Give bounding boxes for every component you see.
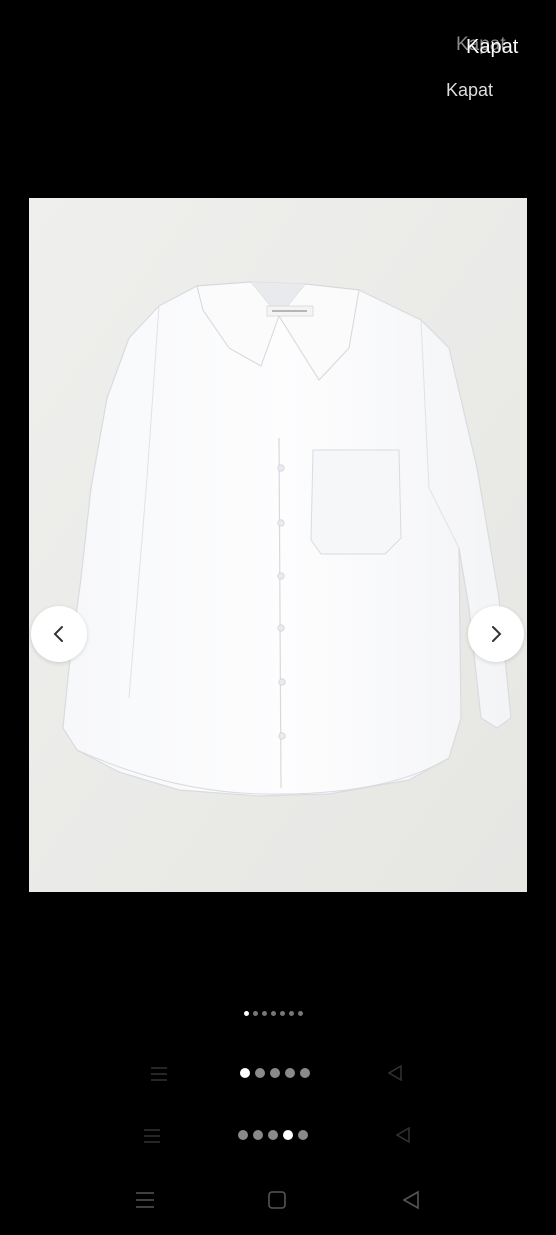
ghost-nav-row-1: [0, 1060, 556, 1090]
ghost-pagination-dot: [255, 1068, 265, 1078]
ghost-pagination-dot: [268, 1130, 278, 1140]
recents-button[interactable]: [130, 1180, 160, 1220]
system-navigation-bar: [0, 1180, 556, 1220]
triangle-back-icon: [402, 1190, 419, 1210]
chevron-left-icon: [53, 626, 63, 642]
ghost-pagination-dot: [240, 1068, 250, 1078]
menu-lines-icon: [151, 1067, 167, 1081]
back-button[interactable]: [396, 1180, 426, 1220]
ghost-pagination-dot: [300, 1068, 310, 1078]
ghost-pagination-dot: [285, 1068, 295, 1078]
product-image-viewer[interactable]: [29, 198, 527, 892]
ghost-pagination-dot: [283, 1130, 293, 1140]
close-button-duplicate[interactable]: Kapat: [446, 80, 493, 101]
close-button[interactable]: Kapat: [466, 36, 518, 59]
home-button[interactable]: [262, 1180, 292, 1220]
ghost-pagination-dot: [298, 1130, 308, 1140]
ghost-pagination-dot: [270, 1068, 280, 1078]
pagination-dot[interactable]: [244, 1011, 249, 1016]
gallery-pagination: [244, 1011, 303, 1016]
pagination-dot[interactable]: [298, 1011, 303, 1016]
ghost-pagination-dot: [253, 1130, 263, 1140]
triangle-back-icon: [387, 1064, 402, 1082]
menu-lines-icon: [144, 1129, 160, 1143]
square-home-icon: [268, 1191, 286, 1209]
ghost-pagination-dot: [238, 1130, 248, 1140]
triangle-back-icon: [395, 1126, 410, 1144]
ghost-pagination-2: [238, 1130, 308, 1140]
pagination-dot[interactable]: [253, 1011, 258, 1016]
menu-lines-icon: [136, 1192, 154, 1208]
next-image-button[interactable]: [468, 606, 524, 662]
ghost-pagination-1: [240, 1068, 310, 1078]
white-shirt-image: [29, 198, 527, 892]
pagination-dot[interactable]: [289, 1011, 294, 1016]
pagination-dot[interactable]: [262, 1011, 267, 1016]
pagination-dot[interactable]: [280, 1011, 285, 1016]
ghost-nav-row-2: [0, 1122, 556, 1152]
pagination-dot[interactable]: [271, 1011, 276, 1016]
chevron-right-icon: [492, 626, 502, 642]
prev-image-button[interactable]: [31, 606, 87, 662]
